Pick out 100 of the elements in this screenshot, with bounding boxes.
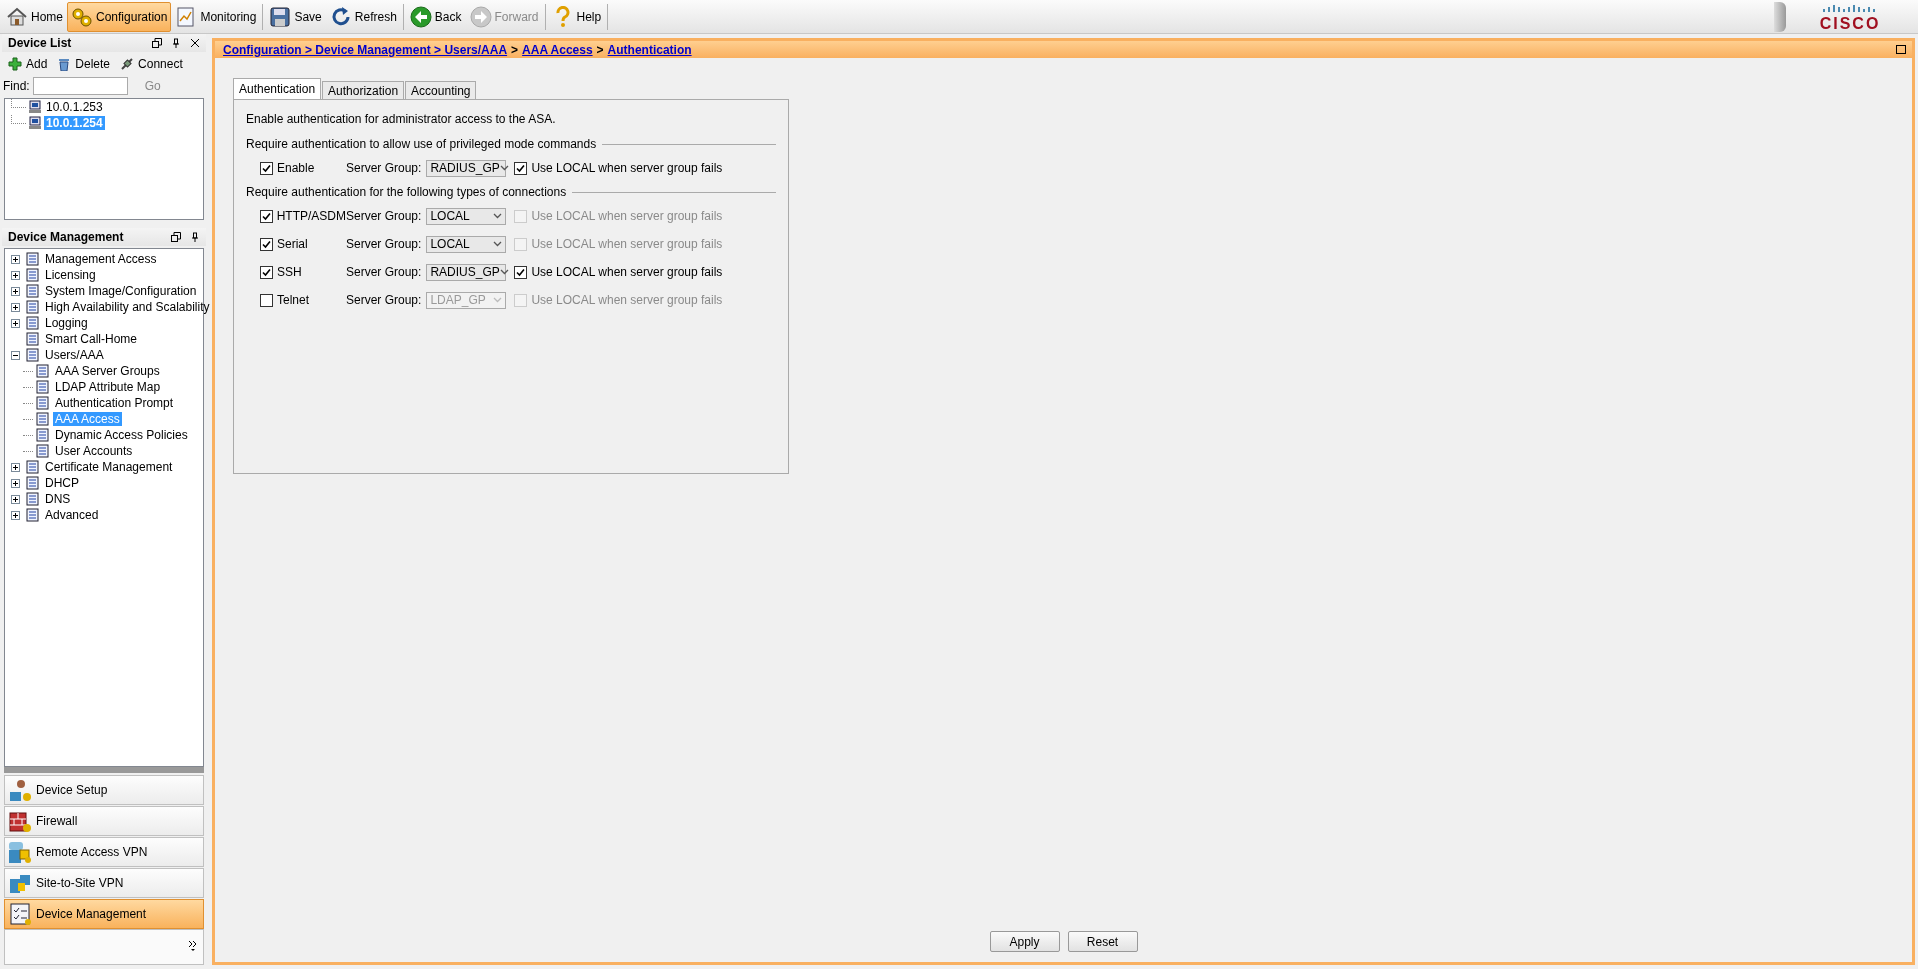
expand-icon[interactable] [11, 286, 20, 296]
tree-item[interactable]: AAA Server Groups [53, 364, 162, 378]
node-icon [35, 395, 51, 411]
dialog-button[interactable]: Reset [1067, 931, 1138, 952]
breadcrumb-link[interactable]: AAA Access [522, 42, 593, 57]
tree-item[interactable]: Licensing [43, 268, 98, 282]
splitter-handle[interactable] [4, 767, 204, 773]
logo: CISCO [1810, 0, 1890, 33]
maximize-icon[interactable] [1896, 45, 1906, 54]
toolbar-button[interactable]: Delete [55, 57, 113, 71]
tree-item[interactable]: DNS [43, 492, 73, 506]
breadcrumb-link[interactable]: Authentication [607, 42, 692, 57]
house-icon [6, 5, 28, 28]
find-field[interactable] [32, 77, 128, 95]
tree-item[interactable]: LDAP Attribute Map [53, 380, 163, 394]
tree-item[interactable]: Authentication Prompt [53, 396, 176, 410]
node-icon [25, 331, 41, 347]
tab[interactable]: Authentication [233, 78, 322, 99]
server-group-dropdown[interactable]: LOCAL [426, 235, 507, 253]
expand-icon[interactable] [11, 462, 20, 472]
expand-icon[interactable] [11, 478, 20, 488]
expand-icon[interactable] [11, 510, 20, 520]
field-label: Server Group: [346, 237, 422, 251]
node-icon [25, 491, 41, 507]
tree-item[interactable]: System Image/Configuration [43, 284, 199, 298]
node-icon [25, 283, 41, 299]
navigation-button[interactable]: Firewall [4, 806, 204, 836]
expand-icon[interactable] [11, 270, 20, 280]
restore-icon[interactable] [152, 38, 162, 48]
chevron-down-icon [499, 269, 509, 275]
restore-icon[interactable] [171, 232, 181, 242]
chevron-down-icon [493, 241, 503, 247]
navigation-button[interactable]: Device Management [4, 899, 204, 929]
server-group-dropdown[interactable]: RADIUS_GP [426, 159, 507, 177]
expand-icon[interactable] [11, 254, 20, 264]
tree-item[interactable]: Dynamic Access Policies [53, 428, 190, 442]
navigation-button[interactable]: Site-to-Site VPN [4, 868, 204, 898]
plug-icon [120, 57, 135, 71]
gears-icon [71, 5, 93, 28]
checkbox-label: Serial [277, 237, 308, 251]
field-label: Server Group: [346, 265, 422, 279]
collapse-icon[interactable] [11, 350, 20, 360]
expand-icon[interactable] [11, 318, 20, 328]
toolbar-button[interactable]: Monitoring [171, 1, 261, 32]
checkbox-label: Use LOCAL when server group fails [531, 161, 723, 175]
close-icon[interactable] [190, 38, 200, 48]
tree-item[interactable]: Management Access [43, 252, 159, 266]
toolbar-button[interactable]: Save [265, 1, 326, 32]
checkbox-label: Use LOCAL when server group fails [531, 237, 723, 251]
section-title: Require authentication to allow use of privileged mode commands [246, 137, 597, 151]
toolbar-button[interactable]: Help [547, 1, 606, 32]
checkbox[interactable] [260, 265, 273, 279]
breadcrumb-link[interactable]: Configuration > Device Management > Users/AAA [223, 42, 508, 57]
checkbox[interactable] [260, 237, 273, 251]
toolbar-button[interactable]: Refresh [325, 1, 401, 32]
pin-icon[interactable] [171, 38, 181, 48]
checkbox[interactable] [514, 161, 528, 175]
field-label: Server Group: [346, 209, 422, 223]
checkbox-label: Use LOCAL when server group fails [531, 209, 723, 223]
app-icon [8, 778, 32, 802]
toolbar-button[interactable]: Back [405, 1, 466, 32]
tree-item[interactable]: Advanced [43, 508, 101, 522]
checkbox-label: Use LOCAL when server group fails [531, 293, 723, 307]
dialog-button[interactable]: Apply [989, 931, 1060, 952]
node-icon [35, 443, 51, 459]
tree-item[interactable]: User Accounts [53, 444, 135, 458]
checkbox[interactable] [260, 161, 273, 175]
node-icon [25, 299, 41, 315]
field-label: Find: [2, 79, 30, 93]
chevron-down-icon [499, 165, 509, 171]
tree-item[interactable]: Logging [43, 316, 90, 330]
node-icon [35, 363, 51, 379]
expand-icon[interactable] [11, 302, 20, 312]
navigation-button[interactable]: Device Setup [4, 775, 204, 805]
computer-icon [28, 116, 42, 130]
tree-item[interactable]: Certificate Management [43, 460, 175, 474]
pane-title: Device List [8, 36, 73, 50]
server-group-dropdown[interactable]: RADIUS_GP [426, 263, 507, 281]
toolbar-button[interactable]: Add [6, 57, 50, 71]
tree-item[interactable]: Users/AAA [43, 348, 106, 362]
pin-icon[interactable] [190, 232, 200, 242]
tree-item[interactable]: High Availability and Scalability [43, 300, 212, 314]
tree-item[interactable]: DHCP [43, 476, 81, 490]
checkbox[interactable] [260, 293, 273, 307]
field-label: Server Group: [346, 161, 422, 175]
node-icon [25, 507, 41, 523]
server-group-dropdown[interactable]: LOCAL [426, 207, 507, 225]
tab[interactable]: Accounting [405, 81, 477, 99]
node-icon [25, 459, 41, 475]
toolbar-button[interactable]: Configuration [67, 1, 172, 32]
tree-item[interactable]: Smart Call-Home [43, 332, 139, 346]
toolbar-button[interactable]: Home [2, 1, 67, 32]
tree-item[interactable]: 10.0.1.253 [44, 100, 105, 114]
checkbox[interactable] [514, 265, 528, 279]
description-text: Enable authentication for administrator access to the ASA. [246, 112, 557, 126]
checkbox[interactable] [260, 209, 273, 223]
tab[interactable]: Authorization [322, 81, 405, 99]
expand-icon[interactable] [11, 494, 20, 504]
navigation-button[interactable]: Remote Access VPN [4, 837, 204, 867]
toolbar-button[interactable]: Connect [118, 57, 185, 71]
